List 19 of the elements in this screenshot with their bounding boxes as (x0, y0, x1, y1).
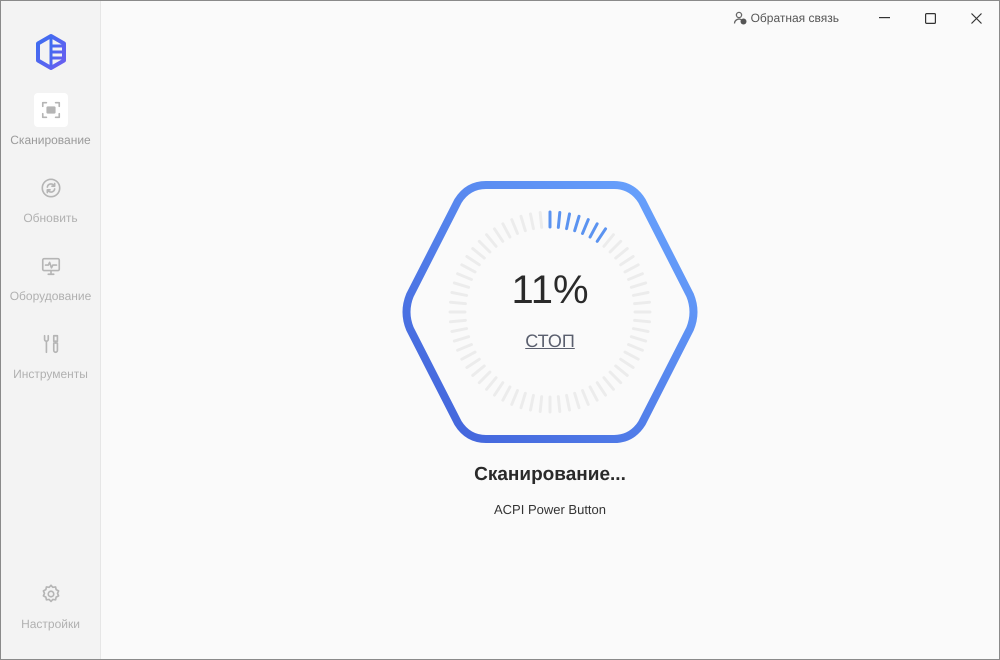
settings-icon (40, 583, 62, 605)
minimize-icon (878, 17, 890, 19)
app-logo (34, 33, 68, 71)
nav-item[interactable]: Настройки (1, 577, 100, 633)
nav-item[interactable]: Обновить (1, 171, 100, 227)
nav-item[interactable]: Сканирование (1, 93, 100, 149)
nav-item[interactable]: Оборудование (1, 249, 100, 305)
scan-icon (40, 99, 62, 121)
maximize-icon (924, 12, 936, 24)
monitor-icon (40, 255, 62, 277)
close-icon (970, 12, 982, 24)
progress-percent: 11% (511, 270, 589, 310)
nav-item[interactable]: Инструменты (1, 327, 100, 383)
scan-status: Сканирование... (474, 463, 626, 487)
device-name: ACPI Power Button (494, 500, 606, 518)
user-icon (732, 11, 747, 25)
feedback-button[interactable]: Обратная связь (732, 9, 839, 27)
refresh-icon (40, 177, 62, 199)
stop-link[interactable]: СТОП (525, 328, 575, 354)
